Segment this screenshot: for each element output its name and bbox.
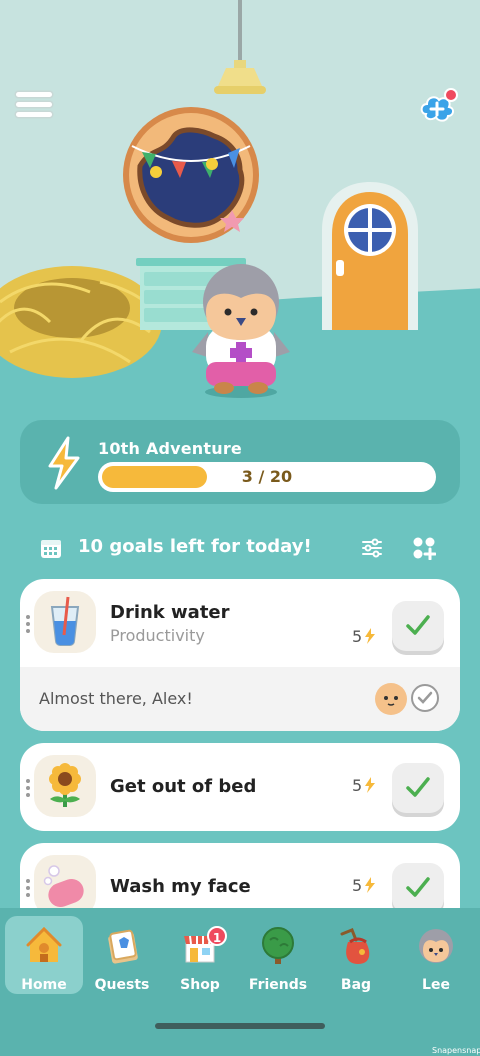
complete-goal-button[interactable] (392, 863, 444, 913)
check-circle-icon (411, 684, 439, 712)
drag-handle-icon[interactable] (26, 615, 30, 633)
house-icon (26, 926, 62, 962)
encouragement-text: Almost there, Alex! (39, 689, 193, 708)
nav-label: Shop (180, 977, 220, 993)
goals-header: 10 goals left for today! (38, 532, 442, 564)
nav-home[interactable]: Home (5, 916, 83, 994)
nav-quests[interactable]: Quests (83, 916, 161, 994)
goals-left-text: 10 goals left for today! (78, 536, 312, 557)
nav-label: Lee (422, 977, 450, 993)
filter-button[interactable] (360, 536, 384, 560)
water-glass-icon (50, 596, 80, 646)
menu-button[interactable] (16, 92, 52, 120)
goal-card-drink-water[interactable]: Drink water Productivity 5 Almost there,… (20, 579, 460, 731)
adventure-progress-bar: 3 / 20 (98, 462, 436, 492)
adventure-title: 10th Adventure (98, 439, 242, 458)
goal-points: 5 (352, 876, 376, 895)
add-friend-button[interactable] (418, 88, 458, 124)
nav-profile[interactable]: Lee (397, 916, 475, 994)
goal-icon-box (34, 591, 96, 653)
checkmark-icon (406, 777, 430, 797)
bolt-small-icon (365, 877, 376, 893)
nav-label: Friends (248, 977, 308, 993)
lightning-bolt-icon (48, 436, 80, 490)
quest-icon (108, 929, 138, 964)
checkmark-icon (406, 877, 430, 897)
progress-count: 3 / 20 (241, 467, 293, 486)
tree-icon (262, 927, 294, 964)
shop-badge: 1 (207, 926, 227, 946)
complete-goal-button[interactable] (392, 601, 444, 651)
goal-row[interactable]: Drink water Productivity 5 (20, 579, 460, 667)
goal-card-get-out-of-bed[interactable]: Get out of bed 5 (20, 743, 460, 831)
goal-category: Productivity (110, 626, 205, 645)
nav-bag[interactable]: Bag (317, 916, 395, 994)
hamburger-menu-icon (16, 92, 52, 97)
door (322, 182, 418, 330)
bag-icon (340, 928, 370, 964)
adventure-progress-card[interactable]: 10th Adventure 3 / 20 (20, 420, 460, 504)
nav-label: Bag (340, 977, 372, 993)
encouragement-row: Almost there, Alex! (20, 667, 460, 731)
goal-title: Get out of bed (110, 776, 257, 797)
room-scene (0, 0, 480, 420)
goal-points: 5 (352, 776, 376, 795)
grid-plus-icon (413, 537, 437, 561)
nav-shop[interactable]: 1 Shop (161, 916, 239, 994)
lamp-wire (238, 0, 242, 66)
friend-face-avatar (375, 683, 407, 715)
points-value: 5 (352, 627, 363, 646)
checkmark-icon (406, 615, 430, 635)
goal-icon-box (34, 755, 96, 817)
points-value: 5 (352, 776, 363, 795)
bottom-nav: Home Quests 1 Shop Friends Bag Lee (0, 908, 480, 1056)
add-friend-icon (420, 88, 458, 122)
drag-handle-icon[interactable] (26, 779, 30, 797)
bolt-small-icon (365, 777, 376, 793)
goal-title: Drink water (110, 602, 230, 623)
nav-label: Quests (94, 977, 150, 993)
goal-row[interactable]: Get out of bed 5 (20, 743, 460, 831)
bolt-small-icon (365, 628, 376, 644)
penguin-character (192, 264, 290, 398)
ceiling-lamp-icon (214, 60, 266, 94)
goal-title: Wash my face (110, 876, 251, 897)
drag-handle-icon[interactable] (26, 879, 30, 897)
home-indicator (155, 1023, 325, 1029)
layout-toggle-button[interactable] (412, 536, 437, 561)
watermark-text: Snapensnap (432, 1046, 480, 1055)
profile-avatar-icon (419, 929, 453, 963)
sunflower-icon (49, 763, 81, 807)
goal-points: 5 (352, 627, 376, 646)
nav-friends[interactable]: Friends (239, 916, 317, 994)
sliders-icon (362, 538, 382, 558)
points-value: 5 (352, 876, 363, 895)
round-window-art (123, 107, 259, 243)
complete-goal-button[interactable] (392, 763, 444, 813)
calendar-icon (41, 540, 61, 558)
nav-label: Home (21, 977, 67, 993)
